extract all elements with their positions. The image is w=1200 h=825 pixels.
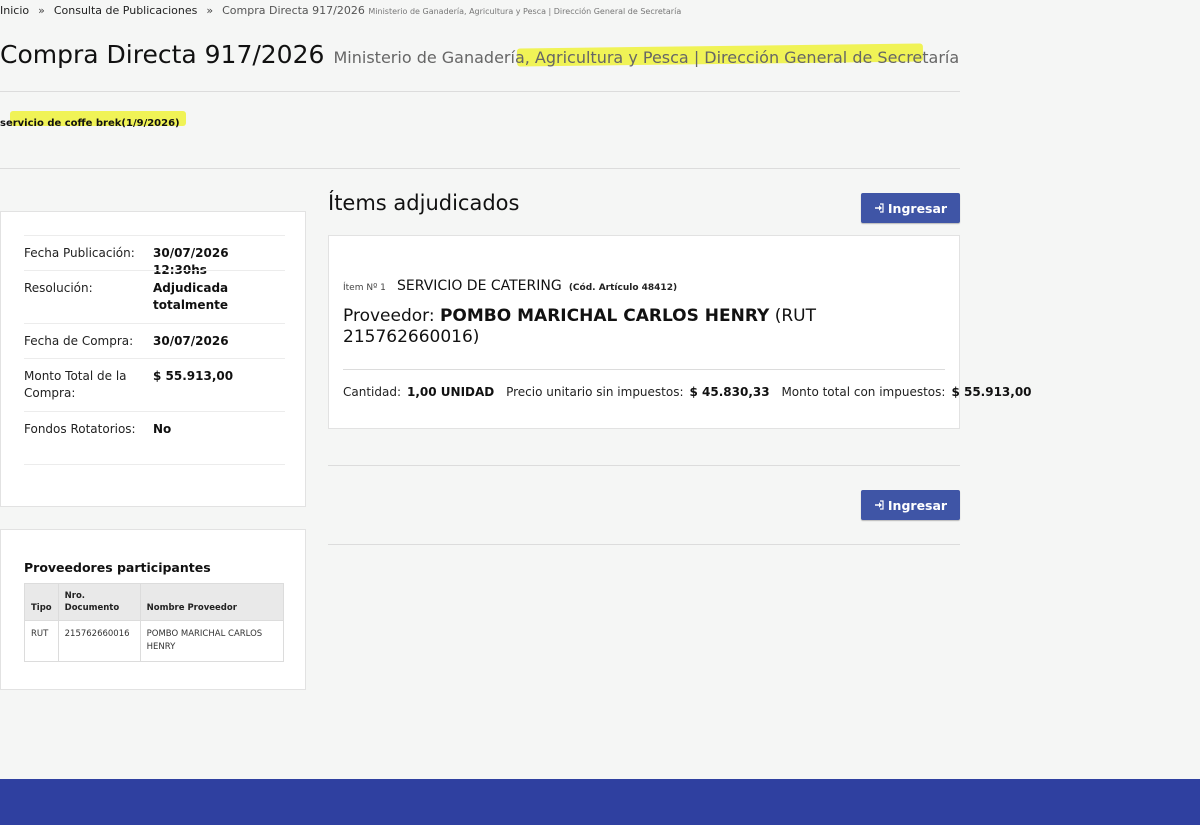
item-header: Ítem Nº 1 SERVICIO DE CATERING (Cód. Art… [343,275,677,294]
item-details: Cantidad: 1,00 UNIDAD Precio unitario sin… [343,385,1040,399]
table-row: RUT 215762660016 POMBO MARICHAL CARLOS H… [24,620,285,662]
awarded-items-title: Ítems adjudicados [328,191,520,215]
column-header-provider-name: Nombre Proveedor [139,583,285,621]
cell-tipo: RUT [24,620,59,662]
info-label: Fondos Rotatorios: [24,422,136,436]
info-label: Resolución: [24,281,93,295]
login-button-label: Ingresar [887,200,948,216]
providers-panel: Proveedores participantes Tipo Nro. Docu… [0,529,306,690]
unit-price-label: Precio unitario sin impuestos: [506,385,684,399]
item-provider: Proveedor: POMBO MARICHAL CARLOS HENRY (… [343,306,863,348]
divider [0,91,960,92]
page-title-subtitle: Ministerio de Ganadería, Agricultura y P… [333,48,960,67]
providers-table: Tipo Nro. Documento Nombre Proveedor RUT… [24,583,285,662]
page-title-main: Compra Directa 917/2026 [0,40,325,69]
item-code: (Cód. Artículo 48412) [568,283,678,293]
info-label: Fecha Publicación: [24,246,135,260]
divider [328,465,960,466]
awarded-item-card: Ítem Nº 1 SERVICIO DE CATERING (Cód. Art… [328,235,1032,429]
column-header-document: Nro. Documento [57,583,141,621]
info-label: Fecha de Compra: [24,334,134,348]
page-title: Compra Directa 917/2026 Ministerio de Ga… [0,40,959,69]
table-header-row: Tipo Nro. Documento Nombre Proveedor [24,583,285,621]
divider [0,168,960,169]
item-name: SERVICIO DE CATERING [397,278,562,294]
info-value: Adjudicada totalmente [153,281,229,312]
divider [343,369,945,370]
breadcrumb: Inicio » Consulta de Publicaciones » Compra … [0,4,681,17]
site-footer [0,779,1200,825]
provider-label: Proveedor: [343,306,435,326]
info-row-purchase-date: Fecha de Compra: 30/07/2026 [24,323,285,358]
column-header-tipo: Tipo [24,583,59,621]
item-number: Ítem Nº 1 [343,283,386,293]
purchase-description: servicio de coffe brek(1/9/2026) [0,118,180,129]
login-button-label: Ingresar [887,497,948,513]
quantity-label: Cantidad: [343,385,402,399]
breadcrumb-home-link[interactable]: Inicio [0,4,29,17]
unit-price-value: $ 45.830,33 [689,385,770,399]
breadcrumb-separator: » [38,4,45,17]
login-button[interactable]: Ingresar [861,193,960,223]
info-row-publication-date: Fecha Publicación: 30/07/2026 12:30hs [24,235,285,277]
breadcrumb-separator: » [206,4,214,17]
info-value: No [153,422,172,436]
divider [328,544,960,545]
login-button-bottom[interactable]: Ingresar [861,490,960,520]
cell-provider-name: POMBO MARICHAL CARLOS HENRY [139,620,285,662]
info-row-rotating-funds: Fondos Rotatorios: No [24,411,285,464]
info-row-total-amount: Monto Total de la Compra: $ 55.913,00 [24,358,285,411]
info-value: $ 55.913,00 [153,369,234,383]
cell-document: 215762660016 [57,620,141,662]
total-label: Monto total con impuestos: [781,385,946,399]
breadcrumb-current: Compra Directa 917/2026 [222,4,365,17]
providers-title: Proveedores participantes [24,560,211,575]
quantity-value: 1,00 UNIDAD [407,385,495,399]
breadcrumb-current-sub: Ministerio de Ganadería, Agricultura y P… [368,7,682,16]
divider [24,464,285,465]
sign-in-icon [874,203,884,213]
info-label: Monto Total de la Compra: [24,369,127,400]
total-value: $ 55.913,00 [951,385,1032,399]
sign-in-icon [874,500,884,510]
provider-name: POMBO MARICHAL CARLOS HENRY [439,306,770,326]
info-row-resolution: Resolución: Adjudicada totalmente [24,270,285,323]
info-value: 30/07/2026 [153,334,229,348]
breadcrumb-consulta-link[interactable]: Consulta de Publicaciones [54,4,198,17]
purchase-info-panel: Fecha Publicación: 30/07/2026 12:30hs Re… [0,211,306,507]
